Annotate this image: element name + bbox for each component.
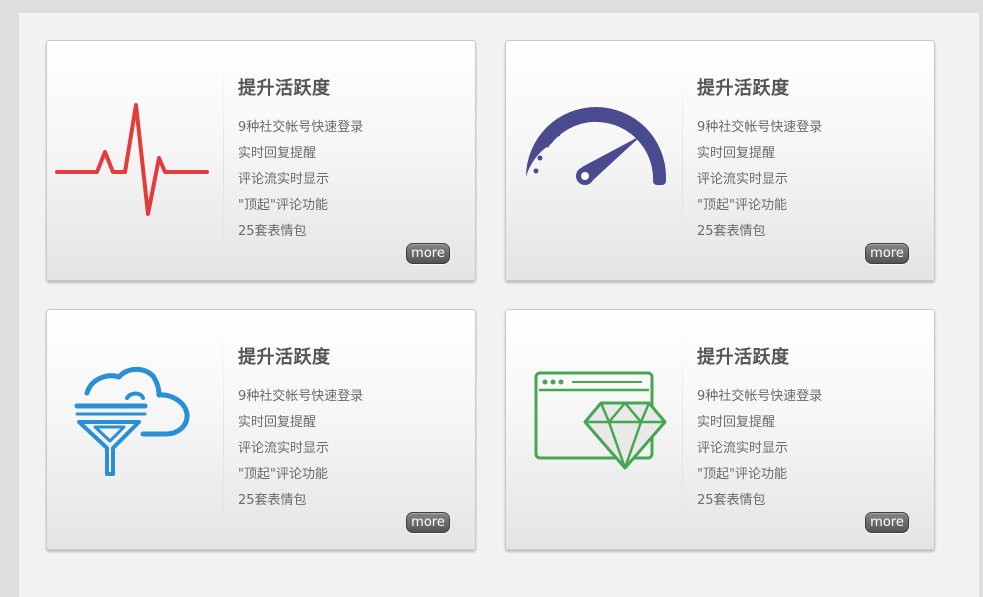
card-icon-area [506, 310, 682, 549]
feature-card-activity: 提升活跃度 9种社交帐号快速登录 实时回复提醒 评论流实时显示 "顶起"评论功能… [46, 40, 476, 281]
feature-item: 25套表情包 [697, 224, 766, 239]
feature-item: 9种社交帐号快速登录 [238, 389, 364, 404]
feature-list: 9种社交帐号快速登录 实时回复提醒 评论流实时显示 "顶起"评论功能 25套表情… [697, 384, 822, 514]
browser-diamond-icon [534, 371, 667, 470]
feature-item: "顶起"评论功能 [697, 198, 787, 213]
feature-item: 评论流实时显示 [697, 172, 789, 187]
feature-item: 25套表情包 [238, 224, 307, 239]
feature-card-activity: 提升活跃度 9种社交帐号快速登录 实时回复提醒 评论流实时显示 "顶起"评论功能… [505, 309, 935, 550]
feature-item: "顶起"评论功能 [238, 198, 328, 213]
main-panel: 提升活跃度 9种社交帐号快速登录 实时回复提醒 评论流实时显示 "顶起"评论功能… [19, 13, 979, 597]
feature-item: 实时回复提醒 [238, 146, 317, 161]
feature-item: 9种社交帐号快速登录 [697, 120, 823, 135]
feature-list: 9种社交帐号快速登录 实时回复提醒 评论流实时显示 "顶起"评论功能 25套表情… [238, 115, 363, 245]
speedometer-icon [526, 107, 666, 185]
cloud-filter-icon [74, 366, 190, 476]
card-title: 提升活跃度 [697, 78, 790, 99]
card-title: 提升活跃度 [697, 347, 790, 368]
card-icon-area [506, 41, 682, 280]
feature-item: 9种社交帐号快速登录 [238, 120, 364, 135]
card-title: 提升活跃度 [238, 78, 331, 99]
more-button[interactable]: more [406, 512, 450, 533]
feature-item: 实时回复提醒 [697, 415, 776, 430]
card-icon-area [47, 310, 223, 549]
feature-item: "顶起"评论功能 [697, 467, 787, 482]
feature-item: "顶起"评论功能 [238, 467, 328, 482]
feature-item: 评论流实时显示 [697, 441, 789, 456]
heartbeat-icon [55, 103, 209, 216]
feature-card-activity: 提升活跃度 9种社交帐号快速登录 实时回复提醒 评论流实时显示 "顶起"评论功能… [46, 309, 476, 550]
feature-item: 9种社交帐号快速登录 [697, 389, 823, 404]
feature-item: 评论流实时显示 [238, 172, 330, 187]
card-divider [223, 51, 224, 270]
more-button[interactable]: more [865, 243, 909, 264]
feature-card-activity: 提升活跃度 9种社交帐号快速登录 实时回复提醒 评论流实时显示 "顶起"评论功能… [505, 40, 935, 281]
card-icon-area [47, 41, 223, 280]
feature-list: 9种社交帐号快速登录 实时回复提醒 评论流实时显示 "顶起"评论功能 25套表情… [238, 384, 363, 514]
feature-item: 评论流实时显示 [238, 441, 330, 456]
feature-item: 25套表情包 [238, 493, 307, 508]
card-divider [682, 320, 683, 539]
feature-item: 25套表情包 [697, 493, 766, 508]
more-button[interactable]: more [406, 243, 450, 264]
card-divider [682, 51, 683, 270]
card-divider [223, 320, 224, 539]
feature-item: 实时回复提醒 [697, 146, 776, 161]
feature-list: 9种社交帐号快速登录 实时回复提醒 评论流实时显示 "顶起"评论功能 25套表情… [697, 115, 822, 245]
card-title: 提升活跃度 [238, 347, 331, 368]
more-button[interactable]: more [865, 512, 909, 533]
feature-item: 实时回复提醒 [238, 415, 317, 430]
